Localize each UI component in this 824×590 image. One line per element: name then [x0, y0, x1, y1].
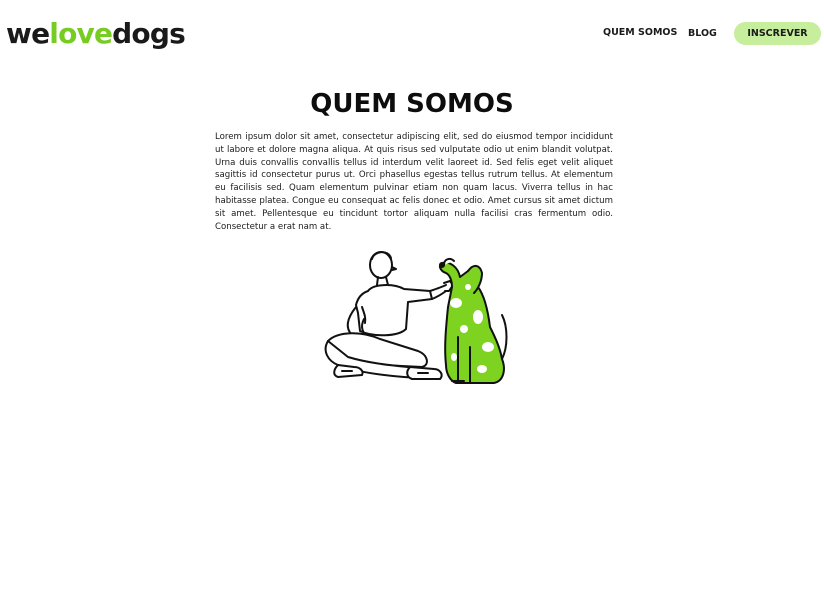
logo-part-love: love [49, 17, 113, 50]
page-title: QUEM SOMOS [310, 89, 514, 119]
about-text: Lorem ipsum dolor sit amet, consectetur … [215, 132, 613, 232]
site-header: welovedogs QUEM SOMOS BLOG INSCREVER [0, 0, 824, 70]
nav-link-blog[interactable]: BLOG [688, 22, 717, 46]
subscribe-button[interactable]: INSCREVER [734, 22, 821, 45]
man-with-dog-illustration-icon [324, 251, 508, 384]
logo[interactable]: welovedogs [6, 14, 186, 54]
logo-part-dogs: dogs [112, 17, 186, 50]
logo-part-we: we [6, 17, 50, 50]
nav-link-quem-somos[interactable]: QUEM SOMOS [603, 21, 677, 45]
